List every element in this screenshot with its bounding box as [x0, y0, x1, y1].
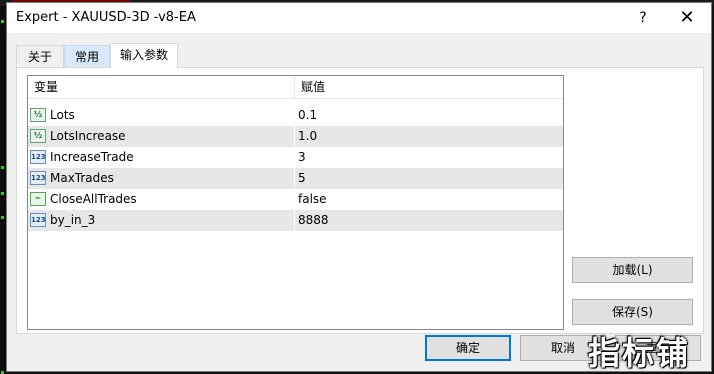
integer-icon: 123	[30, 213, 46, 227]
cell-divider	[294, 105, 295, 126]
chart-marker	[1, 166, 4, 169]
parameter-row[interactable]: ½ LotsIncrease 1.0	[28, 126, 563, 147]
parameter-row[interactable]: ½ Lots 0.1	[28, 105, 563, 126]
parameter-name: LotsIncrease	[50, 129, 126, 143]
tab-common[interactable]: 常用	[64, 45, 110, 67]
parameter-value[interactable]: false	[298, 189, 327, 210]
title-bar[interactable]: Expert - XAUUSD-3D -v8-EA ? ✕	[7, 3, 711, 33]
fraction-icon: ½	[30, 108, 46, 122]
tab-about[interactable]: 关于	[16, 45, 64, 67]
grid-header: 变量 赋值	[28, 76, 563, 99]
boolean-icon: ⌁	[30, 192, 46, 206]
close-icon[interactable]: ✕	[675, 6, 699, 30]
parameter-row[interactable]: 123 IncreaseTrade 3	[28, 147, 563, 168]
load-button[interactable]: 加载(L)	[572, 257, 693, 283]
parameter-name-cell[interactable]: 123 by_in_3	[30, 210, 292, 231]
chart-marker	[1, 192, 4, 195]
parameter-value[interactable]: 0.1	[298, 105, 317, 126]
chart-marker	[1, 20, 4, 23]
parameter-name: IncreaseTrade	[50, 150, 134, 164]
parameter-name-cell[interactable]: ⌁ CloseAllTrades	[30, 189, 292, 210]
cell-divider	[294, 189, 295, 210]
tab-inputs[interactable]: 输入参数	[110, 43, 178, 68]
parameter-name: CloseAllTrades	[50, 192, 137, 206]
column-header-value[interactable]: 赋值	[295, 76, 563, 98]
cell-divider	[294, 126, 295, 147]
integer-icon: 123	[30, 150, 46, 164]
chart-marker	[1, 216, 4, 219]
parameter-name: MaxTrades	[50, 171, 114, 185]
watermark-logo: 指标铺	[588, 334, 691, 372]
parameter-name: by_in_3	[50, 213, 96, 227]
parameter-value[interactable]: 8888	[298, 210, 329, 231]
fraction-icon: ½	[30, 129, 46, 143]
parameter-name: Lots	[50, 108, 75, 122]
integer-icon: 123	[30, 171, 46, 185]
column-header-variable[interactable]: 变量	[28, 76, 294, 98]
parameter-row[interactable]: 123 MaxTrades 5	[28, 168, 563, 189]
parameters-grid: 变量 赋值 ½ Lots 0.1 ½ LotsIncrease 1.0 123 …	[27, 75, 564, 330]
cell-divider	[294, 168, 295, 189]
parameter-value[interactable]: 1.0	[298, 126, 317, 147]
parameter-name-cell[interactable]: ½ LotsIncrease	[30, 126, 292, 147]
parameter-name-cell[interactable]: ½ Lots	[30, 105, 292, 126]
expert-properties-dialog: Expert - XAUUSD-3D -v8-EA ? ✕ 关于 常用 输入参数…	[6, 2, 712, 372]
parameter-value[interactable]: 3	[298, 147, 306, 168]
parameter-row[interactable]: ⌁ CloseAllTrades false	[28, 189, 563, 210]
save-button[interactable]: 保存(S)	[572, 299, 693, 325]
parameter-name-cell[interactable]: 123 IncreaseTrade	[30, 147, 292, 168]
parameter-name-cell[interactable]: 123 MaxTrades	[30, 168, 292, 189]
parameter-row[interactable]: 123 by_in_3 8888	[28, 210, 563, 231]
parameter-value[interactable]: 5	[298, 168, 306, 189]
window-title: Expert - XAUUSD-3D -v8-EA	[16, 10, 196, 25]
cell-divider	[294, 147, 295, 168]
ok-button[interactable]: 确定	[425, 335, 511, 361]
cell-divider	[294, 210, 295, 231]
help-icon[interactable]: ?	[633, 6, 653, 30]
